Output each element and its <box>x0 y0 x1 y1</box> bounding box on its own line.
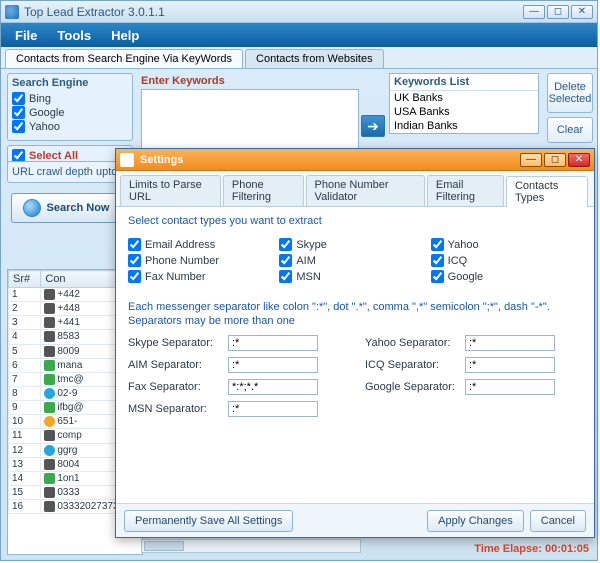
settings-close-button[interactable]: ✕ <box>568 153 590 167</box>
phone-icon <box>44 346 55 357</box>
type-skype[interactable]: Skype <box>279 238 430 251</box>
add-keyword-button[interactable]: ➔ <box>361 115 385 137</box>
menubar: File Tools Help <box>1 23 597 47</box>
tab-contacts-types[interactable]: Contacts Types <box>506 176 588 207</box>
keywords-list[interactable]: Keywords List UK Banks USA Banks Indian … <box>389 73 539 134</box>
settings-tabs: Limits to Parse URL Phone Filtering Phon… <box>116 171 594 207</box>
list-item[interactable]: Indian Banks <box>390 119 538 133</box>
menu-tools[interactable]: Tools <box>47 28 101 43</box>
engine-google-checkbox[interactable] <box>12 106 25 119</box>
phone-icon <box>44 459 55 470</box>
search-engine-title: Search Engine <box>12 77 128 89</box>
tab-keywords[interactable]: Contacts from Search Engine Via KeyWords <box>5 49 243 68</box>
tab-email-filtering[interactable]: Email Filtering <box>427 175 504 206</box>
delete-selected-button[interactable]: Delete Selected <box>547 73 593 113</box>
app-icon <box>5 5 19 19</box>
tab-phone-validator[interactable]: Phone Number Validator <box>306 175 425 206</box>
settings-minimize-button[interactable]: — <box>520 153 542 167</box>
settings-body: Select contact types you want to extract… <box>116 207 594 503</box>
maximize-button[interactable]: ◻ <box>547 5 569 19</box>
engine-bing[interactable]: Bing <box>12 92 128 105</box>
settings-instruction: Select contact types you want to extract <box>128 215 582 227</box>
phone-icon <box>44 501 55 512</box>
cancel-button[interactable]: Cancel <box>530 510 586 532</box>
phone-icon <box>44 331 55 342</box>
type-msn[interactable]: MSN <box>279 270 430 283</box>
menu-file[interactable]: File <box>5 28 47 43</box>
main-titlebar: Top Lead Extractor 3.0.1.1 — ◻ ✕ <box>1 1 597 23</box>
settings-maximize-button[interactable]: ◻ <box>544 153 566 167</box>
apply-changes-button[interactable]: Apply Changes <box>427 510 524 532</box>
close-button[interactable]: ✕ <box>571 5 593 19</box>
phone-icon <box>44 487 55 498</box>
type-google[interactable]: Google <box>431 270 582 283</box>
app-title: Top Lead Extractor 3.0.1.1 <box>24 5 523 19</box>
settings-titlebar[interactable]: Settings — ◻ ✕ <box>116 149 594 171</box>
phone-icon <box>44 317 55 328</box>
tab-limits[interactable]: Limits to Parse URL <box>120 175 221 206</box>
engine-bing-checkbox[interactable] <box>12 92 25 105</box>
fax-separator-input[interactable] <box>228 379 318 395</box>
yahoo-separator-input[interactable] <box>465 335 555 351</box>
type-yahoo[interactable]: Yahoo <box>431 238 582 251</box>
enter-keywords-label: Enter Keywords <box>141 75 225 87</box>
engine-google[interactable]: Google <box>12 106 128 119</box>
engine-yahoo-checkbox[interactable] <box>12 120 25 133</box>
type-email[interactable]: Email Address <box>128 238 279 251</box>
type-phone[interactable]: Phone Number <box>128 254 279 267</box>
settings-dialog: Settings — ◻ ✕ Limits to Parse URL Phone… <box>115 148 595 538</box>
settings-footer: Permanently Save All Settings Apply Chan… <box>116 503 594 537</box>
search-engine-group: Search Engine Bing Google Yahoo <box>7 73 133 141</box>
scrollbar-thumb[interactable] <box>144 541 184 551</box>
list-item[interactable]: USA Banks <box>390 105 538 119</box>
icq-separator-input[interactable] <box>465 357 555 373</box>
type-fax[interactable]: Fax Number <box>128 270 279 283</box>
settings-title: Settings <box>140 154 520 166</box>
minimize-button[interactable]: — <box>523 5 545 19</box>
separator-hint: Each messenger separator like colon ":*"… <box>128 300 582 329</box>
globe-icon <box>23 199 41 217</box>
phone-icon <box>44 303 55 314</box>
google-separator-input[interactable] <box>465 379 555 395</box>
chat-icon <box>44 416 55 427</box>
keywords-textarea[interactable] <box>141 89 359 149</box>
search-now-button[interactable]: Search Now <box>11 193 121 223</box>
skype-separator-input[interactable] <box>228 335 318 351</box>
skype-icon <box>44 445 55 456</box>
phone-icon <box>44 430 55 441</box>
phone-icon <box>44 289 55 300</box>
time-elapse: Time Elapse: 00:01:05 <box>474 543 589 555</box>
mail-icon <box>44 374 55 385</box>
mail-icon <box>44 402 55 413</box>
skype-icon <box>44 388 55 399</box>
menu-help[interactable]: Help <box>101 28 149 43</box>
col-sr[interactable]: Sr# <box>9 271 41 288</box>
h-scrollbar[interactable] <box>141 539 361 553</box>
engine-yahoo[interactable]: Yahoo <box>12 120 128 133</box>
mail-icon <box>44 360 55 371</box>
main-tabstrip: Contacts from Search Engine Via KeyWords… <box>1 47 597 69</box>
type-aim[interactable]: AIM <box>279 254 430 267</box>
aim-separator-input[interactable] <box>228 357 318 373</box>
type-icq[interactable]: ICQ <box>431 254 582 267</box>
clear-button[interactable]: Clear <box>547 117 593 143</box>
save-settings-button[interactable]: Permanently Save All Settings <box>124 510 293 532</box>
msn-separator-input[interactable] <box>228 401 318 417</box>
mail-icon <box>44 473 55 484</box>
tab-websites[interactable]: Contacts from Websites <box>245 49 384 68</box>
tab-phone-filtering[interactable]: Phone Filtering <box>223 175 304 206</box>
list-item[interactable]: UK Banks <box>390 91 538 105</box>
settings-icon <box>120 153 134 167</box>
